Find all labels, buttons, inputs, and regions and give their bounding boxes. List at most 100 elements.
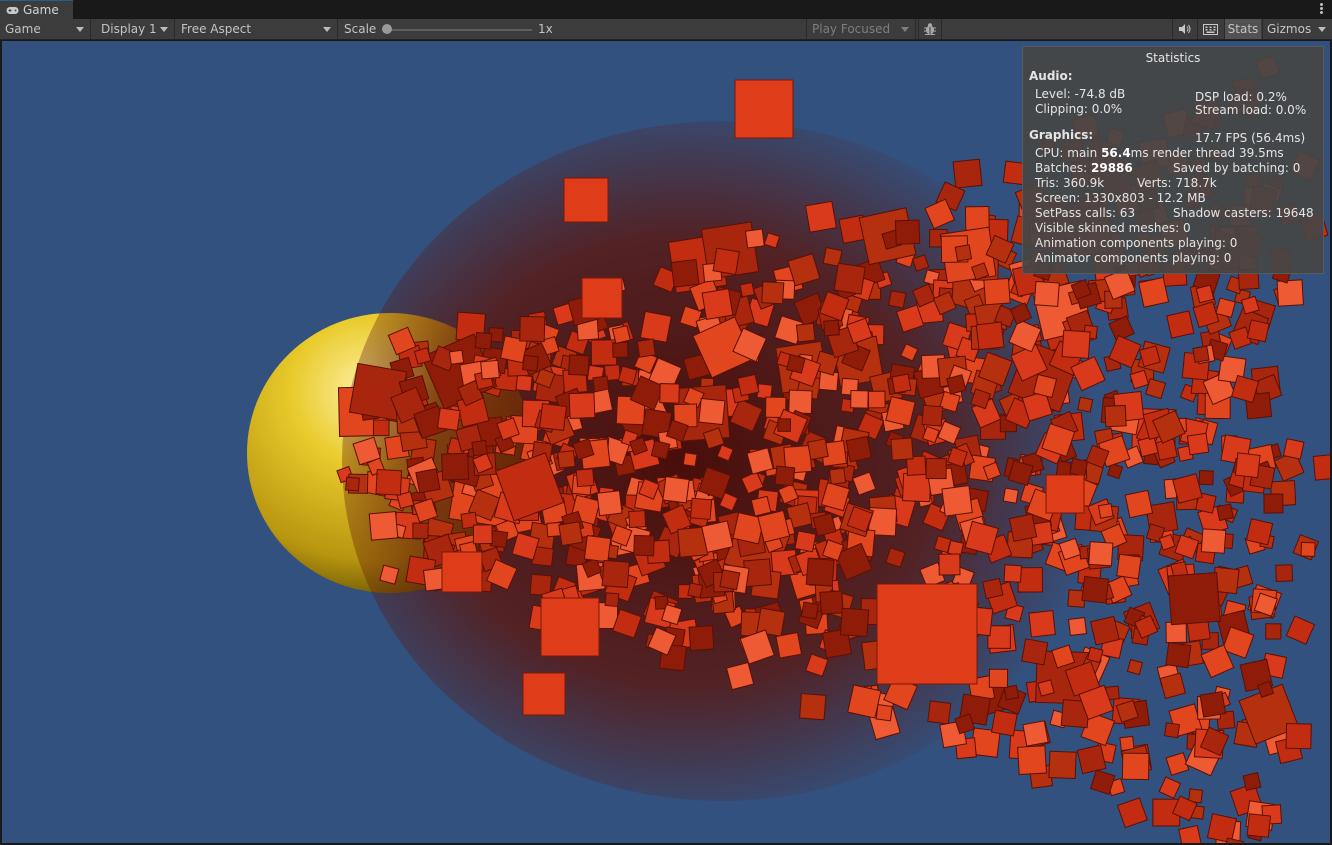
cube	[736, 373, 760, 397]
cube	[539, 403, 568, 432]
cube	[1076, 744, 1107, 775]
cube	[894, 219, 921, 245]
cube	[682, 452, 698, 467]
audio-clipping: Clipping: 0.0%	[1035, 102, 1123, 116]
cube	[757, 509, 791, 543]
batches-line: Batches: 29886	[1035, 161, 1133, 175]
cube	[800, 601, 819, 620]
bug-icon[interactable]	[918, 19, 942, 39]
gizmos-dropdown[interactable]: Gizmos	[1262, 19, 1332, 39]
cube	[823, 319, 840, 337]
cube	[412, 522, 429, 539]
tris-value: Tris: 360.9k	[1035, 176, 1105, 190]
cube	[633, 534, 655, 557]
cube	[890, 437, 914, 461]
cpu-main-value: 56.4	[1101, 146, 1131, 160]
cube	[375, 468, 403, 496]
cpu-suffix: ms render thread 39.5ms	[1130, 146, 1284, 160]
cube	[1088, 541, 1114, 567]
cube	[712, 247, 740, 275]
display-value: Display 1	[101, 22, 157, 36]
tab-game[interactable]: Game	[0, 0, 73, 19]
play-focused-value: Play Focused	[812, 22, 891, 36]
cube	[1163, 722, 1181, 739]
cube	[876, 583, 978, 685]
cube	[1242, 772, 1262, 791]
cube	[850, 390, 869, 409]
cube	[1216, 503, 1234, 522]
cube	[581, 277, 623, 319]
cube	[1246, 319, 1270, 343]
cube	[804, 200, 837, 233]
cube	[833, 262, 866, 295]
tab-strip: Game	[0, 0, 1332, 19]
cube	[946, 374, 967, 395]
cube	[1116, 553, 1142, 580]
display-dropdown[interactable]: Display 1	[96, 19, 175, 39]
cube	[519, 315, 546, 342]
cube	[1195, 284, 1215, 304]
cube	[1126, 658, 1144, 676]
cube	[1199, 690, 1227, 718]
cube	[1198, 469, 1214, 486]
cube	[1003, 564, 1023, 583]
cube	[489, 529, 509, 549]
cube	[636, 338, 656, 358]
scale-slider-handle[interactable]	[382, 24, 392, 34]
cube	[1048, 750, 1077, 780]
cube	[1022, 720, 1049, 747]
cube	[480, 359, 500, 380]
cube	[777, 418, 791, 432]
cube	[575, 468, 595, 488]
statistics-panel: Statistics Audio: Level: -74.8 dB Clippi…	[1022, 46, 1324, 274]
cube	[662, 476, 690, 504]
game-mode-value: Game	[5, 22, 41, 36]
cube	[867, 390, 886, 409]
cube	[345, 476, 360, 492]
shadow-casters: Shadow casters: 19648	[1173, 206, 1314, 220]
screen-value: Screen: 1330x803 - 12.2 MB	[1035, 191, 1206, 205]
cube	[888, 290, 907, 309]
cube	[952, 158, 983, 189]
keyboard-icon[interactable]	[1197, 19, 1223, 39]
cube	[604, 592, 620, 608]
cube	[756, 383, 773, 400]
cube	[1158, 776, 1182, 799]
cube	[1275, 564, 1294, 583]
cube	[845, 435, 873, 463]
cube	[1246, 813, 1272, 838]
stats-title: Statistics	[1145, 51, 1201, 65]
cube	[1276, 279, 1304, 307]
cube	[938, 553, 961, 576]
batches-prefix: Batches:	[1035, 161, 1091, 175]
cube	[788, 389, 813, 415]
cube	[875, 704, 893, 722]
stats-button[interactable]: Stats	[1224, 19, 1261, 39]
graphics-header: Graphics:	[1029, 128, 1094, 142]
cube	[1121, 752, 1150, 781]
cube	[847, 684, 882, 719]
more-options-icon[interactable]	[1320, 3, 1324, 15]
scale-value: 1x	[538, 22, 553, 36]
cube	[596, 490, 623, 517]
cube	[1028, 610, 1056, 638]
cube	[563, 177, 609, 223]
aspect-dropdown[interactable]: Free Aspect	[176, 19, 338, 39]
cube	[819, 590, 844, 615]
cube	[1097, 503, 1114, 519]
cube	[954, 244, 973, 262]
cube	[983, 277, 1011, 306]
audio-level: Level: -74.8 dB	[1035, 87, 1126, 101]
cube	[744, 228, 765, 249]
game-mode-dropdown[interactable]: Game	[0, 19, 91, 39]
speaker-icon[interactable]	[1172, 19, 1196, 39]
cube	[1067, 616, 1088, 637]
cube	[1008, 513, 1038, 543]
tab-label: Game	[23, 3, 59, 17]
play-focused-dropdown[interactable]: Play Focused	[806, 19, 916, 39]
cube	[750, 495, 772, 517]
scale-slider-track[interactable]	[386, 29, 532, 31]
chevron-down-icon	[160, 27, 168, 32]
cube	[794, 530, 817, 553]
cube	[828, 467, 847, 485]
